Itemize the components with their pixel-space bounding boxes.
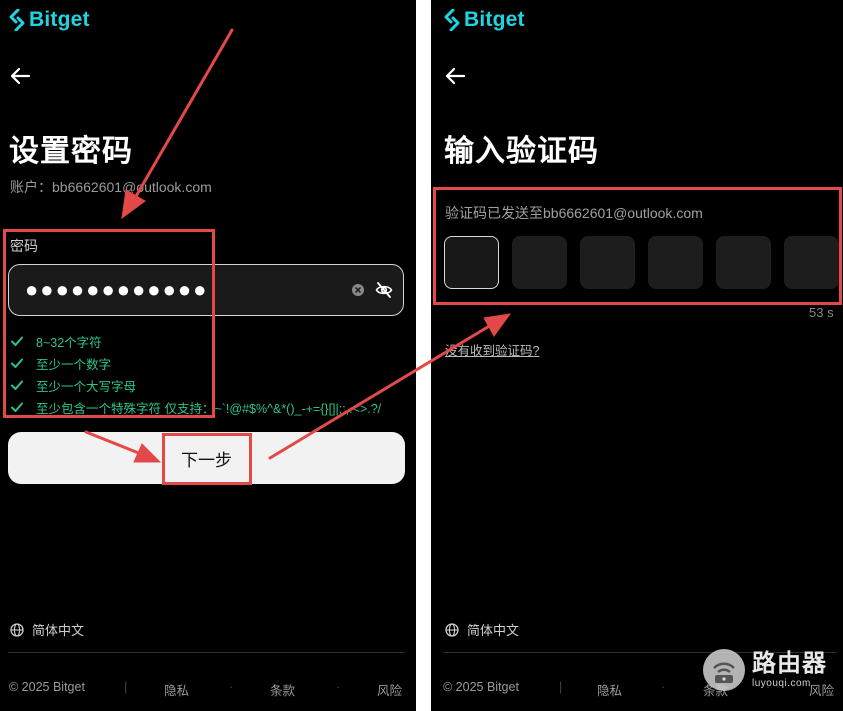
code-digit-input[interactable] [716,236,771,289]
copyright: © 2025 Bitget [443,680,519,694]
code-digit-input[interactable] [512,236,567,289]
footer-divider [8,652,405,653]
code-digit-input[interactable] [580,236,635,289]
watermark-subtitle: luyouqi.com [752,677,811,689]
copyright: © 2025 Bitget [9,680,85,694]
router-logo-icon [702,648,746,692]
rule-item: 至少一个大写字母 [10,374,416,396]
page-title: 设置密码 [9,135,133,168]
password-value[interactable]: ●●●●●●●●●●●● [25,279,351,301]
watermark-title: 路由器 [752,649,827,677]
watermark-text: 路由器 luyouqi.com [752,649,827,689]
rule-item: 至少一个数字 [10,352,416,374]
privacy-link[interactable]: 隐私 [164,680,189,699]
code-digit-input[interactable] [648,236,703,289]
rule-text: 至少一个大写字母 [36,379,137,394]
footer-separator: · [229,680,234,694]
rule-text: 至少一个数字 [36,357,112,372]
next-button[interactable]: 下一步 [8,432,405,484]
language-selector[interactable]: 简体中文 [10,620,84,639]
language-label: 简体中文 [467,623,520,638]
language-label: 简体中文 [32,623,85,638]
check-icon [10,378,24,392]
rule-item: 至少包含一个特殊字符 仅支持：~`!@#$%^&*()_-+={}[]|;:,.… [10,396,416,418]
rule-text: 8~32个字符 [36,335,102,350]
bitget-logo: Bitget [443,8,525,32]
bitget-logo-icon [443,9,461,31]
rule-text: 至少包含一个特殊字符 仅支持：~`!@#$%^&*()_-+={}[]|;:,.… [36,401,382,416]
rule-item: 8~32个字符 [10,330,416,352]
back-arrow-icon[interactable] [444,66,466,86]
countdown-timer: 53 s [809,305,834,320]
password-input[interactable]: ●●●●●●●●●●●● [8,264,404,316]
back-arrow-icon[interactable] [9,66,31,86]
resend-code-link[interactable]: 没有收到验证码? [445,340,539,359]
check-icon [10,400,24,414]
bitget-logo-text: Bitget [464,8,525,31]
password-rules: 8~32个字符 至少一个数字 至少一个大写字母 至少包含一个特殊字符 仅支持：~… [10,330,416,418]
code-digit-input[interactable] [784,236,839,289]
watermark: 路由器 luyouqi.com [702,648,827,692]
footer-separator: · [336,680,341,694]
bitget-logo-icon [8,9,26,31]
verify-description: 验证码已发送至bb6662601@outlook.com [445,205,703,221]
footer-separator: | [559,680,563,694]
account-label: 账户： [10,179,52,195]
verify-code-screen: Bitget 输入验证码 验证码已发送至bb6662601@outlook.co… [431,0,843,711]
footer-separator: | [124,680,128,694]
privacy-link[interactable]: 隐私 [597,680,622,699]
bitget-logo: Bitget [8,8,90,32]
terms-link[interactable]: 条款 [270,680,295,699]
set-password-screen: Bitget 设置密码 账户：bb6662601@outlook.com 密码 … [0,0,416,711]
clear-icon[interactable] [351,283,365,297]
globe-icon [445,622,459,637]
account-line: 账户：bb6662601@outlook.com [10,177,212,197]
bitget-logo-text: Bitget [29,8,90,31]
eye-off-icon[interactable] [375,281,393,299]
footer-separator: · [661,680,666,694]
globe-icon [10,622,24,637]
account-email: bb6662601@outlook.com [52,179,212,195]
language-selector[interactable]: 简体中文 [445,620,519,639]
check-icon [10,334,24,348]
page-title: 输入验证码 [444,135,599,168]
code-digit-input[interactable] [444,236,499,289]
risk-link[interactable]: 风险 [377,680,402,699]
password-label: 密码 [10,238,38,254]
check-icon [10,356,24,370]
